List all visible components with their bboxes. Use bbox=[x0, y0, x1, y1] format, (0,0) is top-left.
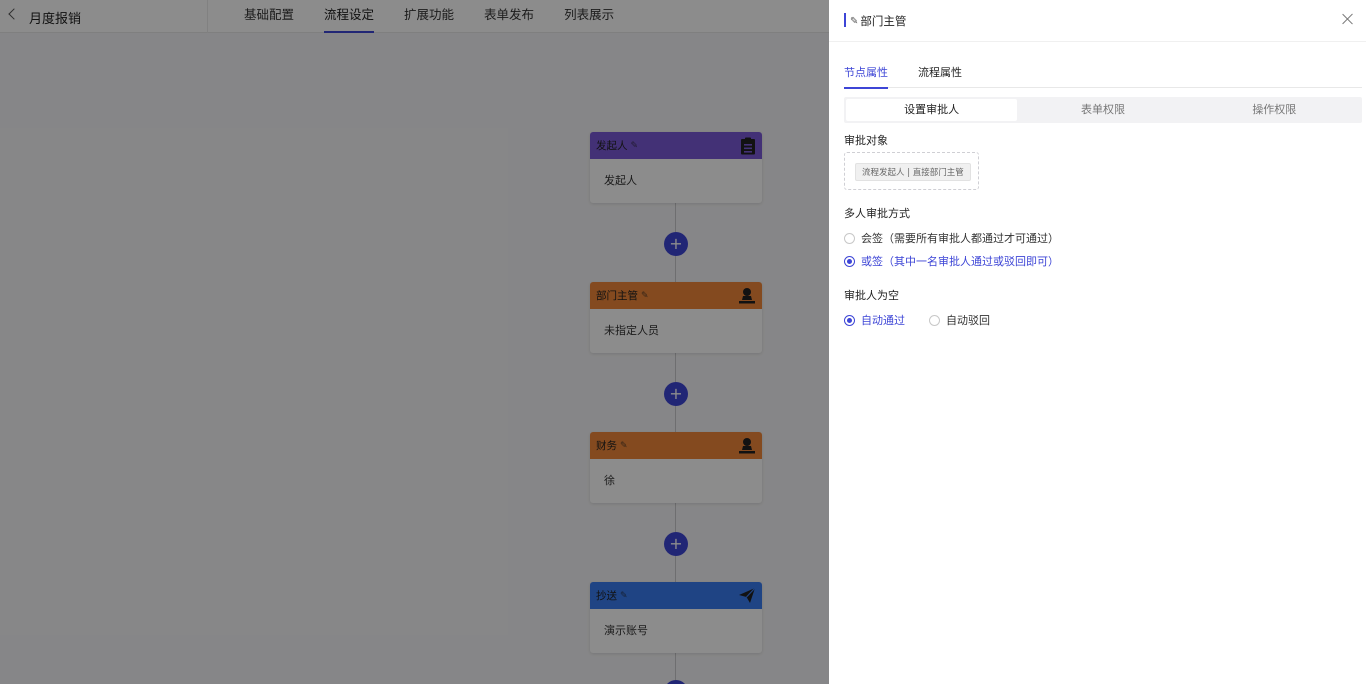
multi-approval-label: 多人审批方式 bbox=[844, 207, 910, 220]
tab-node-properties[interactable]: 节点属性 bbox=[844, 64, 888, 89]
drawer-tabs: 节点属性 流程属性 bbox=[844, 64, 1362, 89]
radio-auto-pass[interactable]: 自动通过 bbox=[844, 312, 905, 328]
radio-label: 或签（其中一名审批人通过或驳回即可） bbox=[861, 255, 1059, 268]
radio-circle[interactable] bbox=[929, 314, 940, 326]
empty-approver-radios: 自动通过 自动驳回 bbox=[844, 312, 1014, 328]
approver-tag[interactable]: 流程发起人 | 直接部门主管 bbox=[855, 163, 971, 181]
segment-set-approver[interactable]: 设置审批人 bbox=[846, 99, 1018, 121]
radio-countersign[interactable]: 会签（需要所有审批人都通过才可通过） bbox=[844, 230, 1059, 246]
radio-circle-checked[interactable] bbox=[844, 255, 855, 267]
drawer-title-text: 部门主管 bbox=[860, 14, 907, 28]
segment-form-permissions[interactable]: 表单权限 bbox=[1017, 99, 1188, 121]
close-icon[interactable] bbox=[1340, 11, 1356, 27]
title-accent-bar bbox=[844, 13, 846, 27]
radio-label: 自动通过 bbox=[861, 314, 905, 327]
radio-label: 会签（需要所有审批人都通过才可通过） bbox=[861, 232, 1059, 245]
empty-approver-label: 审批人为空 bbox=[844, 289, 899, 302]
radio-label: 自动驳回 bbox=[946, 314, 990, 327]
settings-segmented-control: 设置审批人 表单权限 操作权限 bbox=[844, 97, 1362, 123]
segment-operation-permissions[interactable]: 操作权限 bbox=[1189, 99, 1360, 121]
approver-select-box[interactable]: 流程发起人 | 直接部门主管 bbox=[844, 152, 979, 190]
radio-or-sign[interactable]: 或签（其中一名审批人通过或驳回即可） bbox=[844, 253, 1059, 269]
drawer-title[interactable]: ✎ 部门主管 bbox=[850, 13, 906, 29]
tab-flow-properties[interactable]: 流程属性 bbox=[918, 64, 962, 88]
approver-target-label: 审批对象 bbox=[844, 134, 888, 147]
modal-mask[interactable] bbox=[0, 0, 829, 684]
radio-circle[interactable] bbox=[844, 232, 855, 244]
edit-pen-icon[interactable]: ✎ bbox=[850, 16, 858, 27]
drawer-header: ✎ 部门主管 bbox=[829, 0, 1366, 42]
radio-auto-reject[interactable]: 自动驳回 bbox=[929, 312, 990, 328]
node-settings-drawer: ✎ 部门主管 节点属性 流程属性 设置审批人 表单权限 操作权限 审批对象 流程… bbox=[829, 0, 1366, 684]
radio-circle-checked[interactable] bbox=[844, 314, 855, 326]
